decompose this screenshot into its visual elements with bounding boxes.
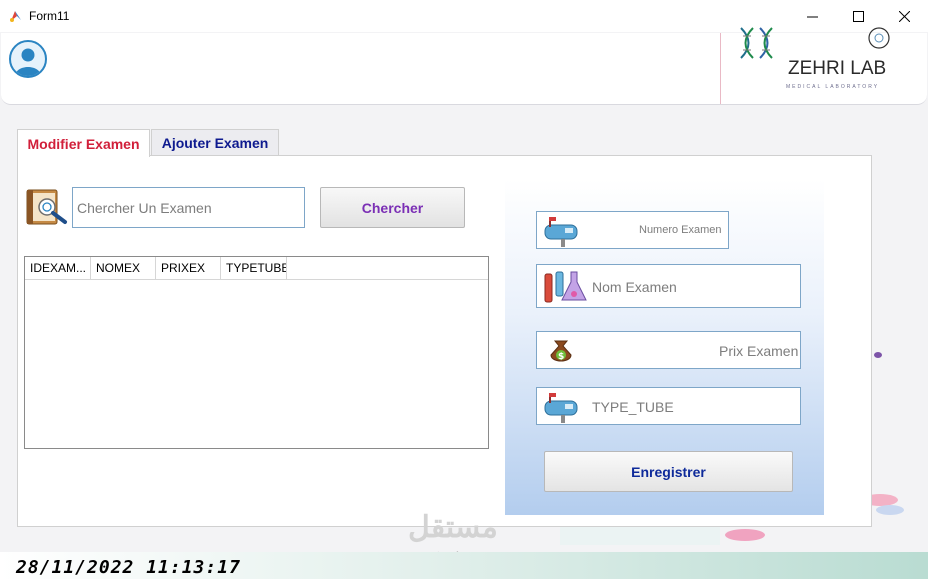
column-header-idexam[interactable]: IDEXAM... xyxy=(25,257,91,279)
money-bag-icon: $ xyxy=(550,340,572,362)
zehri-lab-logo xyxy=(740,27,890,59)
svg-text:$: $ xyxy=(558,352,564,362)
column-header-typetube[interactable]: TYPETUBE xyxy=(221,257,287,279)
grid-header: IDEXAM... NOMEX PRIXEX TYPETUBE xyxy=(25,257,488,280)
chercher-button[interactable]: Chercher xyxy=(320,187,465,228)
mailbox-icon xyxy=(544,217,578,247)
column-header-nomex[interactable]: NOMEX xyxy=(91,257,156,279)
contact-book-search-icon xyxy=(25,187,73,227)
nom-examen-placeholder: Nom Examen xyxy=(592,279,677,295)
header-separator xyxy=(720,33,721,104)
prix-examen-placeholder: Prix Examen xyxy=(719,343,799,359)
type-tube-placeholder: TYPE_TUBE xyxy=(592,399,674,415)
tab-ajouter-examen[interactable]: Ajouter Examen xyxy=(151,129,279,155)
logo-subtitle: MEDICAL LABORATORY xyxy=(786,84,880,90)
watermark-arabic: مستقل xyxy=(408,511,498,544)
user-avatar-icon[interactable] xyxy=(9,40,47,78)
numero-examen-placeholder: Numero Examen xyxy=(639,224,722,236)
lab-flasks-icon xyxy=(544,271,587,303)
nom-examen-field[interactable]: Nom Examen xyxy=(536,264,801,308)
window-title: Form11 xyxy=(29,9,70,23)
maximize-icon xyxy=(852,10,864,22)
enregistrer-button[interactable]: Enregistrer xyxy=(544,451,793,492)
minimize-icon xyxy=(806,16,818,17)
logo-title: ZEHRI LAB xyxy=(788,58,887,79)
numero-examen-field[interactable]: Numero Examen xyxy=(536,211,729,249)
type-tube-field[interactable]: TYPE_TUBE xyxy=(536,387,801,425)
column-header-prixex[interactable]: PRIXEX xyxy=(156,257,221,279)
search-input[interactable] xyxy=(72,187,305,228)
datetime-label: 28/11/2022 11:13:17 xyxy=(16,557,241,578)
exam-grid[interactable]: IDEXAM... NOMEX PRIXEX TYPETUBE xyxy=(24,256,489,449)
prix-examen-field[interactable]: $ Prix Examen xyxy=(536,331,801,369)
tab-modifier-examen[interactable]: Modifier Examen xyxy=(17,129,150,157)
mailbox-icon xyxy=(544,393,578,423)
close-icon xyxy=(898,10,910,22)
paint-app-icon xyxy=(10,11,21,22)
